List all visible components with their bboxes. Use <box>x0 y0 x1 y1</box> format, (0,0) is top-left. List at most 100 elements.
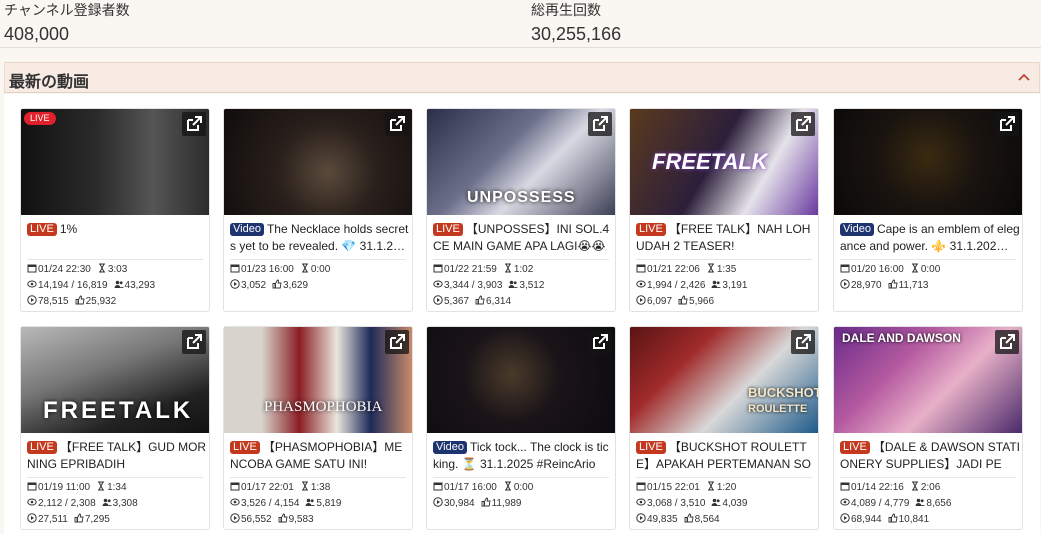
video-card[interactable]: Video Cape is an emblem of elegance and p… <box>833 108 1023 312</box>
views-likes-row: 78,515 25,932 <box>27 295 116 308</box>
meta-duration: 0:00 <box>920 264 941 275</box>
eye-icon <box>27 280 37 288</box>
meta-viewers: 3,068 / 3,510 <box>647 498 706 509</box>
video-grid: LIVE LIVE 1% 01/24 22:30 3:03 14,194 / 16,… <box>4 94 1040 534</box>
video-type-badge: LIVE <box>636 223 666 236</box>
video-title[interactable]: LIVE 1% <box>27 221 207 255</box>
subscriber-count: 408,000 <box>4 24 70 44</box>
hourglass-icon <box>98 481 105 491</box>
video-thumbnail[interactable]: BUCKSHOT ROULETTE <box>630 327 818 433</box>
card-divider <box>27 477 203 478</box>
date-duration-row: 01/20 16:00 0:00 <box>840 263 940 276</box>
calendar-icon <box>840 264 850 273</box>
external-link-icon[interactable] <box>588 330 612 354</box>
viewers-row: 1,994 / 2,426 3,191 <box>636 279 747 292</box>
viewers-row: 4,089 / 4,779 8,656 <box>840 497 951 510</box>
external-link-icon[interactable] <box>588 112 612 136</box>
video-title[interactable]: Video Tick tock... The clock is ticking. … <box>433 439 613 473</box>
video-thumbnail[interactable]: LIVE <box>21 109 209 215</box>
meta-views: 27,511 <box>38 514 68 525</box>
external-link-icon[interactable] <box>791 112 815 136</box>
thumbs-up-icon <box>74 513 84 523</box>
video-thumbnail[interactable]: FREETALK <box>630 109 818 215</box>
play-circle-icon <box>840 279 850 289</box>
views-likes-row: 49,835 8,564 <box>636 513 720 526</box>
date-duration-row: 01/24 22:30 3:03 <box>27 263 127 276</box>
thumbnail-caption: BUCKSHOT ROULETTE <box>748 385 818 415</box>
meta-likes: 5,966 <box>689 296 715 307</box>
play-circle-icon <box>27 513 37 523</box>
external-link-icon[interactable] <box>182 330 206 354</box>
hourglass-icon <box>301 481 308 491</box>
video-title[interactable]: LIVE 【PHASMOPHOBIA】MENCOBA GAME SATU INI! <box>230 439 410 473</box>
external-link-icon[interactable] <box>385 330 409 354</box>
play-circle-icon <box>636 295 646 305</box>
external-link-icon[interactable] <box>385 112 409 136</box>
video-thumbnail[interactable]: DALE AND DAWSON <box>834 327 1022 433</box>
video-type-badge: LIVE <box>840 441 870 454</box>
subscriber-label: チャンネル登録者数 <box>4 2 130 18</box>
meta-viewers: 4,089 / 4,779 <box>851 498 910 509</box>
thumbs-up-icon <box>678 295 688 305</box>
video-title[interactable]: LIVE 【DALE & DAWSON STATIONERY SUPPLIES】J… <box>840 439 1020 473</box>
video-title[interactable]: LIVE 【BUCKSHOT ROULETTE】APAKAH PERTEMANAN… <box>636 439 816 473</box>
meta-date: 01/22 21:59 <box>444 264 497 275</box>
video-title[interactable]: Video Cape is an emblem of elegance and p… <box>840 221 1020 255</box>
subscriber-stat: チャンネル登録者数 408,000 <box>4 2 130 46</box>
meta-views: 56,552 <box>241 514 272 525</box>
date-duration-row: 01/22 21:59 1:02 <box>433 263 533 276</box>
video-thumbnail[interactable] <box>834 109 1022 215</box>
video-thumbnail[interactable]: PHASMOPHOBIA <box>224 327 412 433</box>
video-title[interactable]: Video The Necklace holds secrets yet to b… <box>230 221 410 255</box>
thumbs-up-icon <box>888 513 898 523</box>
video-card[interactable]: BUCKSHOT ROULETTE LIVE 【BUCKSHOT ROULETTE】… <box>629 326 819 530</box>
video-title[interactable]: LIVE 【UNPOSSES】INI SOL.4CE MAIN GAME APA … <box>433 221 613 255</box>
video-thumbnail[interactable] <box>224 109 412 215</box>
meta-likes: 6,314 <box>486 296 512 307</box>
viewers-row: 3,344 / 3,903 3,512 <box>433 279 544 292</box>
meta-likes: 8,564 <box>694 514 720 525</box>
external-link-icon[interactable] <box>182 112 206 136</box>
thumbnail-art: UNPOSSESS <box>427 109 615 215</box>
thumbs-up-icon <box>888 279 898 289</box>
hourglass-icon <box>911 481 918 491</box>
thumbnail-caption: DALE AND DAWSON <box>842 331 961 345</box>
meta-likes: 9,583 <box>288 514 314 525</box>
video-card[interactable]: DALE AND DAWSON LIVE 【DALE & DAWSON STATI… <box>833 326 1023 530</box>
video-type-badge: LIVE <box>636 441 666 454</box>
latest-videos-header[interactable]: 最新の動画 <box>4 62 1040 93</box>
date-duration-row: 01/23 16:00 0:00 <box>230 263 330 276</box>
video-type-badge: Video <box>230 223 264 236</box>
meta-viewers: 14,194 / 16,819 <box>38 280 108 291</box>
external-link-icon[interactable] <box>791 330 815 354</box>
video-title[interactable]: LIVE 【FREE TALK】GUD MORNING EPRIBADIH <box>27 439 207 473</box>
thumbnail-caption: FREETALK <box>652 149 768 174</box>
video-title[interactable]: LIVE 【FREE TALK】NAH LOH UDAH 2 TEASER! <box>636 221 816 255</box>
eye-icon <box>433 280 443 288</box>
users-icon <box>915 498 926 506</box>
meta-date: 01/15 22:01 <box>647 482 700 493</box>
video-thumbnail[interactable]: FREETALK <box>21 327 209 433</box>
video-card[interactable]: FREETALK LIVE 【FREE TALK】NAH LOH UDAH 2 T… <box>629 108 819 312</box>
video-card[interactable]: PHASMOPHOBIA LIVE 【PHASMOPHOBIA】MENCOBA G… <box>223 326 413 530</box>
views-likes-row: 68,944 10,841 <box>840 513 929 526</box>
video-card[interactable]: FREETALK LIVE 【FREE TALK】GUD MORNING EPRI… <box>20 326 210 530</box>
video-card[interactable]: LIVE LIVE 1% 01/24 22:30 3:03 14,194 / 16,… <box>20 108 210 312</box>
hourglass-icon <box>911 263 918 273</box>
thumbs-up-icon <box>684 513 694 523</box>
video-thumbnail[interactable] <box>427 327 615 433</box>
video-card[interactable]: Video Tick tock... The clock is ticking. … <box>426 326 616 530</box>
hourglass-icon <box>98 263 105 273</box>
video-thumbnail[interactable]: UNPOSSESS <box>427 109 615 215</box>
meta-date: 01/20 16:00 <box>851 264 904 275</box>
chevron-up-icon[interactable] <box>1015 68 1033 86</box>
thumbnail-art <box>834 109 1022 215</box>
meta-views: 6,097 <box>647 296 673 307</box>
calendar-icon <box>27 482 37 491</box>
viewers-row: 3,068 / 3,510 4,039 <box>636 497 747 510</box>
eye-icon <box>230 498 240 506</box>
external-link-icon[interactable] <box>995 330 1019 354</box>
video-card[interactable]: Video The Necklace holds secrets yet to b… <box>223 108 413 312</box>
video-card[interactable]: UNPOSSESS LIVE 【UNPOSSES】INI SOL.4CE MAIN… <box>426 108 616 312</box>
external-link-icon[interactable] <box>995 112 1019 136</box>
